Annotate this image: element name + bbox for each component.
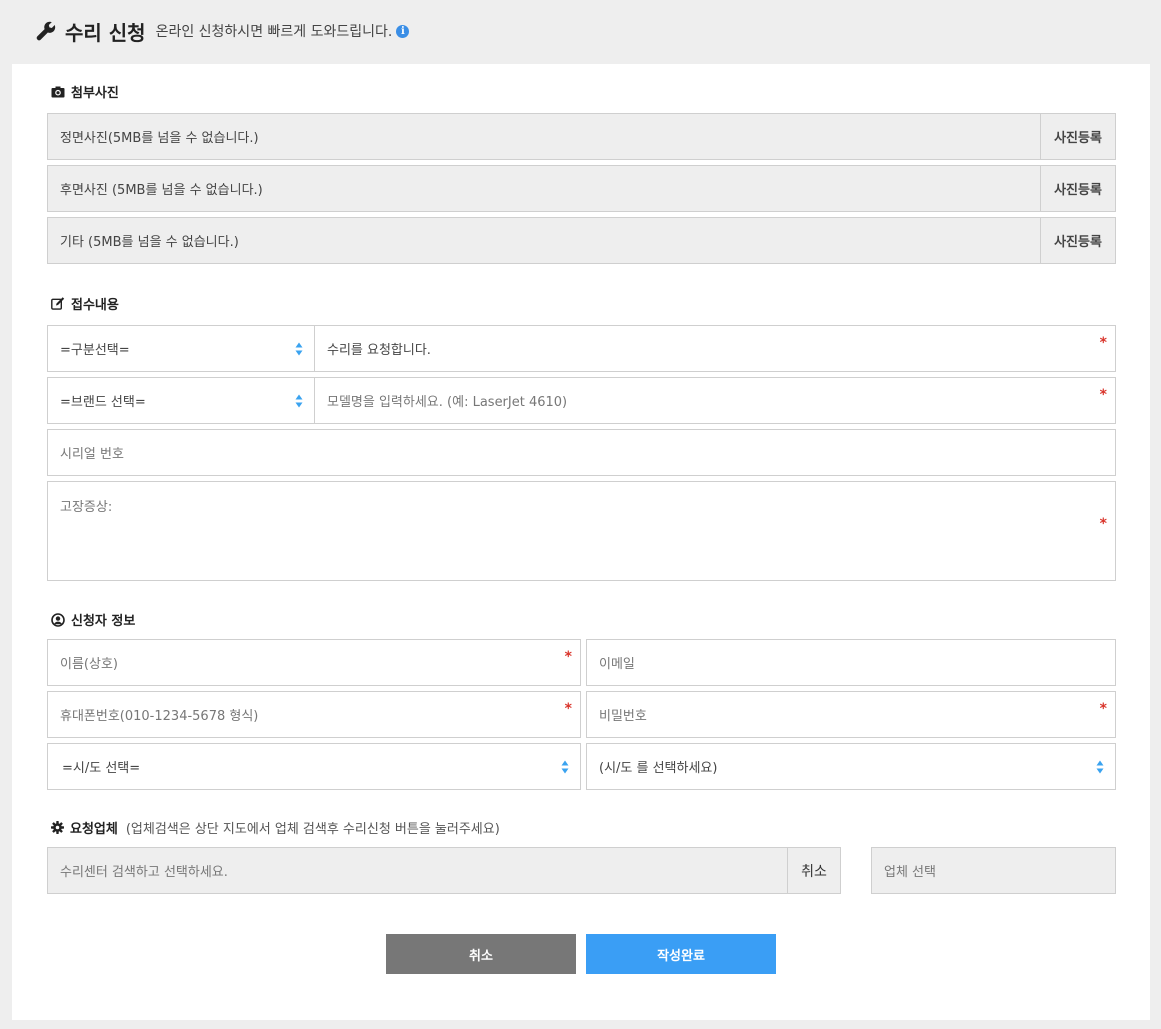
request-text-field[interactable]: 수리를 요청합니다. * [314,325,1116,372]
city-select[interactable]: =시/도 선택= [47,743,581,790]
info-icon[interactable]: i [396,24,410,38]
name-input[interactable]: 이름(상호) * [47,639,581,686]
photo-row-label: 정면사진(5MB를 넘을 수 없습니다.) [60,131,259,146]
vendor-section-title: 요청업체 (업체검색은 상단 지도에서 업체 검색후 수리신청 버튼을 눌러주세… [51,818,500,837]
vendor-search-placeholder: 수리센터 검색하고 선택하세요. [60,865,228,880]
select-arrows-icon [561,760,569,774]
photo-upload-button[interactable]: 사진등록 [1040,166,1115,211]
name-input-placeholder: 이름(상호) [60,657,118,672]
photos-section-title: 첨부사진 [51,82,119,101]
page-header: 수리 신청 온라인 신청하시면 빠르게 도와드립니다. i [35,14,410,48]
select-arrows-icon [295,394,303,408]
select-arrows-icon [1096,760,1104,774]
edit-icon [51,297,65,310]
page-subtitle: 온라인 신청하시면 빠르게 도와드립니다. [155,24,393,40]
photo-row-label: 후면사진 (5MB를 넘을 수 없습니다.) [60,183,263,198]
select-arrows-icon [295,342,303,356]
district-select[interactable]: (시/도 를 선택하세요) [586,743,1116,790]
photo-row-label: 기타 (5MB를 넘을 수 없습니다.) [60,235,239,250]
vendor-section-note: (업체검색은 상단 지도에서 업체 검색후 수리신청 버튼을 눌러주세요) [125,822,500,837]
vendor-cancel-button[interactable]: 취소 [787,847,841,894]
password-input-placeholder: 비밀번호 [599,709,647,724]
required-mark: * [564,701,572,717]
email-input[interactable]: 이메일 [586,639,1116,686]
vendor-section-label: 요청업체 [70,822,118,837]
camera-icon [51,86,65,97]
cancel-button[interactable]: 취소 [386,934,576,974]
serial-input[interactable]: 시리얼 번호 [47,429,1116,476]
applicant-section-label: 신청자 정보 [71,614,136,629]
applicant-section-title: 신청자 정보 [51,610,135,629]
photo-upload-button[interactable]: 사진등록 [1040,218,1115,263]
required-mark: * [1099,335,1107,351]
page-title: 수리 신청 [65,20,146,45]
receipt-section-title: 접수내용 [51,294,119,313]
district-select-value: (시/도 를 선택하세요) [599,761,718,776]
required-mark: * [564,649,572,665]
photos-section-label: 첨부사진 [71,86,119,101]
photo-row-back: 후면사진 (5MB를 넘을 수 없습니다.) 사진등록 [47,165,1116,212]
category-select[interactable]: =구분선택= [47,325,315,372]
required-mark: * [1099,701,1107,717]
password-input[interactable]: 비밀번호 * [586,691,1116,738]
phone-input[interactable]: 휴대폰번호(010-1234-5678 형식) * [47,691,581,738]
symptom-placeholder: 고장증상: [60,500,113,515]
symptom-textarea[interactable]: 고장증상: * [47,481,1116,581]
vendor-select-placeholder: 업체 선택 [884,865,936,880]
category-select-value: =구분선택= [60,343,130,358]
vendor-select-field[interactable]: 업체 선택 [871,847,1116,894]
model-input[interactable]: 모델명을 입력하세요. (예: LaserJet 4610) * [314,377,1116,424]
user-circle-icon [51,612,65,627]
serial-input-placeholder: 시리얼 번호 [60,447,124,462]
wrench-icon [36,21,56,41]
receipt-section-label: 접수내용 [71,298,119,313]
email-input-placeholder: 이메일 [599,657,635,672]
required-mark: * [1099,516,1107,532]
brand-select[interactable]: =브랜드 선택= [47,377,315,424]
phone-input-placeholder: 휴대폰번호(010-1234-5678 형식) [60,709,259,724]
submit-button[interactable]: 작성완료 [586,934,776,974]
city-select-value: =시/도 선택= [62,761,141,776]
required-mark: * [1099,387,1107,403]
brand-select-value: =브랜드 선택= [60,395,146,410]
form-panel: 첨부사진 정면사진(5MB를 넘을 수 없습니다.) 사진등록 후면사진 (5M… [12,64,1150,1020]
photo-row-other: 기타 (5MB를 넘을 수 없습니다.) 사진등록 [47,217,1116,264]
photo-row-front: 정면사진(5MB를 넘을 수 없습니다.) 사진등록 [47,113,1116,160]
photo-upload-button[interactable]: 사진등록 [1040,114,1115,159]
vendor-search-input[interactable]: 수리센터 검색하고 선택하세요. [47,847,789,894]
model-input-placeholder: 모델명을 입력하세요. (예: LaserJet 4610) [327,395,568,410]
gear-icon [51,821,64,834]
request-text-value: 수리를 요청합니다. [327,343,431,358]
